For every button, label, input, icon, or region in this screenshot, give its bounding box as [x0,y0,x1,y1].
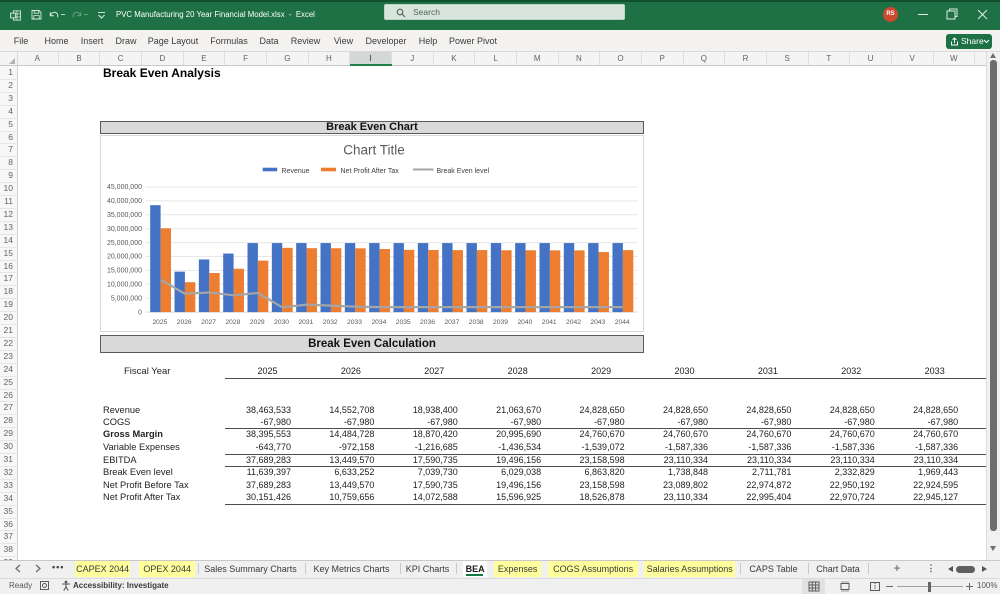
svg-text:35,000,000: 35,000,000 [107,212,142,219]
svg-text:2027: 2027 [201,319,216,326]
svg-text:30,000,000: 30,000,000 [107,225,142,232]
svg-text:0: 0 [138,309,142,316]
svg-text:15,000,000: 15,000,000 [107,267,142,274]
svg-text:40,000,000: 40,000,000 [107,198,142,205]
svg-text:2030: 2030 [274,319,289,326]
svg-text:2035: 2035 [396,319,411,326]
svg-text:Revenue: Revenue [282,168,310,175]
svg-text:10,000,000: 10,000,000 [107,281,142,288]
svg-text:2026: 2026 [177,319,192,326]
svg-text:2043: 2043 [590,319,605,326]
svg-text:2037: 2037 [444,319,459,326]
svg-text:2044: 2044 [615,319,630,326]
svg-text:Chart Title: Chart Title [343,142,405,157]
svg-text:2040: 2040 [517,319,532,326]
svg-text:20,000,000: 20,000,000 [107,253,142,260]
svg-text:2031: 2031 [298,319,313,326]
svg-text:2038: 2038 [469,319,484,326]
svg-text:2034: 2034 [371,319,386,326]
svg-text:Break Even level: Break Even level [437,168,490,175]
svg-text:2042: 2042 [566,319,581,326]
svg-text:45,000,000: 45,000,000 [107,184,142,191]
svg-text:25,000,000: 25,000,000 [107,239,142,246]
svg-text:2029: 2029 [250,319,265,326]
svg-text:Net Profit After Tax: Net Profit After Tax [341,168,400,175]
svg-text:2028: 2028 [225,319,240,326]
svg-text:2033: 2033 [347,319,362,326]
svg-text:2025: 2025 [152,319,167,326]
svg-text:5,000,000: 5,000,000 [111,295,142,302]
svg-text:2036: 2036 [420,319,435,326]
svg-text:2041: 2041 [542,319,557,326]
svg-text:2039: 2039 [493,319,508,326]
svg-text:2032: 2032 [323,319,338,326]
